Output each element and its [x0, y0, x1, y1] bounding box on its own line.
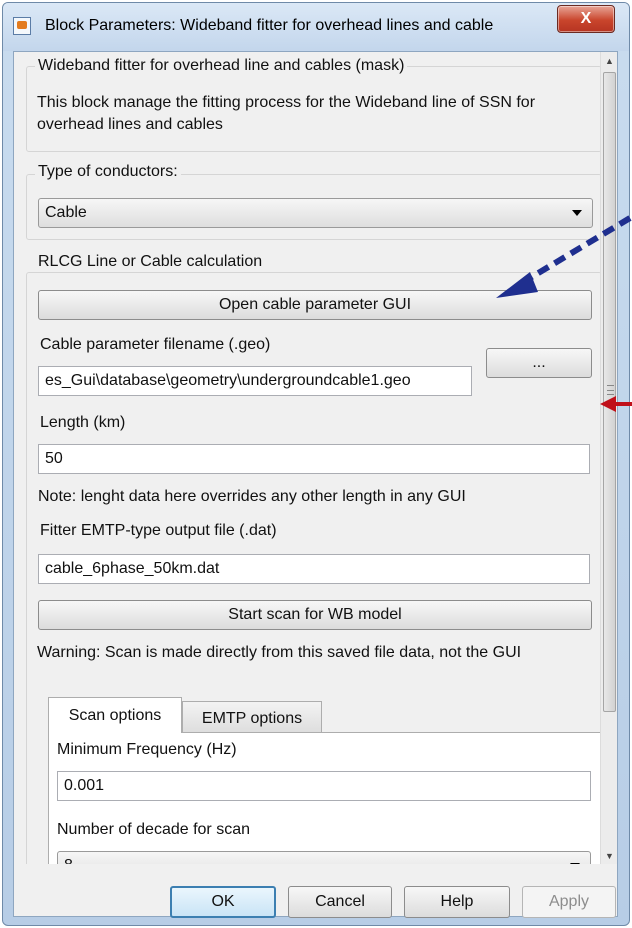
length-note: Note: lenght data here overrides any oth… — [38, 488, 466, 505]
help-button[interactable]: Help — [404, 886, 510, 918]
min-frequency-label: Minimum Frequency (Hz) — [57, 741, 237, 758]
browse-button[interactable]: ... — [486, 348, 592, 378]
start-scan-button[interactable]: Start scan for WB model — [38, 600, 592, 630]
scrollbar-thumb[interactable] — [603, 72, 616, 712]
close-button[interactable]: X — [557, 5, 615, 33]
min-frequency-input[interactable]: 0.001 — [57, 771, 591, 801]
decades-label: Number of decade for scan — [57, 821, 250, 838]
scan-warning: Warning: Scan is made directly from this… — [37, 644, 522, 661]
window-title: Block Parameters: Wideband fitter for ov… — [45, 17, 494, 34]
dialog-client: Wideband fitter for overhead line and ca… — [13, 51, 618, 918]
scan-options-panel: Minimum Frequency (Hz) 0.001 Number of d… — [48, 732, 602, 864]
output-file-input[interactable]: cable_6phase_50km.dat — [38, 554, 590, 584]
decades-select[interactable]: 8 — [57, 851, 591, 864]
ok-button[interactable]: OK — [170, 886, 276, 918]
filename-label: Cable parameter filename (.geo) — [40, 336, 271, 353]
output-file-label: Fitter EMTP-type output file (.dat) — [40, 522, 277, 539]
title-bar[interactable]: Block Parameters: Wideband fitter for ov… — [3, 3, 629, 51]
cable-filename-input[interactable]: es_Gui\database\geometry\undergroundcabl… — [38, 366, 472, 396]
vertical-scrollbar[interactable]: ▲ ▼ — [600, 52, 617, 864]
apply-button[interactable]: Apply — [522, 886, 616, 918]
tab-scan-options[interactable]: Scan options — [48, 697, 182, 733]
open-cable-gui-button[interactable]: Open cable parameter GUI — [38, 290, 592, 320]
dialog-window: Block Parameters: Wideband fitter for ov… — [2, 2, 630, 926]
scroll-up-icon[interactable]: ▲ — [601, 52, 618, 69]
length-input[interactable]: 50 — [38, 444, 590, 474]
grip-icon — [607, 385, 614, 395]
scroll-down-icon[interactable]: ▼ — [601, 847, 618, 864]
decades-value: 8 — [64, 857, 73, 864]
tab-emtp-options[interactable]: EMTP options — [182, 701, 322, 735]
cancel-button[interactable]: Cancel — [288, 886, 392, 918]
chevron-down-icon — [572, 210, 582, 216]
rlcg-legend: RLCG Line or Cable calculation — [35, 253, 266, 271]
chevron-down-icon — [570, 863, 580, 864]
conductors-legend: Type of conductors: — [35, 163, 181, 181]
length-label: Length (km) — [40, 414, 126, 431]
mask-legend: Wideband fitter for overhead line and ca… — [35, 57, 408, 75]
mask-description: This block manage the fitting process fo… — [37, 94, 536, 133]
conductor-type-select[interactable]: Cable — [38, 198, 593, 228]
conductor-type-value: Cable — [45, 204, 87, 221]
block-icon — [13, 17, 31, 35]
parameters-pane: Wideband fitter for overhead line and ca… — [14, 52, 602, 864]
